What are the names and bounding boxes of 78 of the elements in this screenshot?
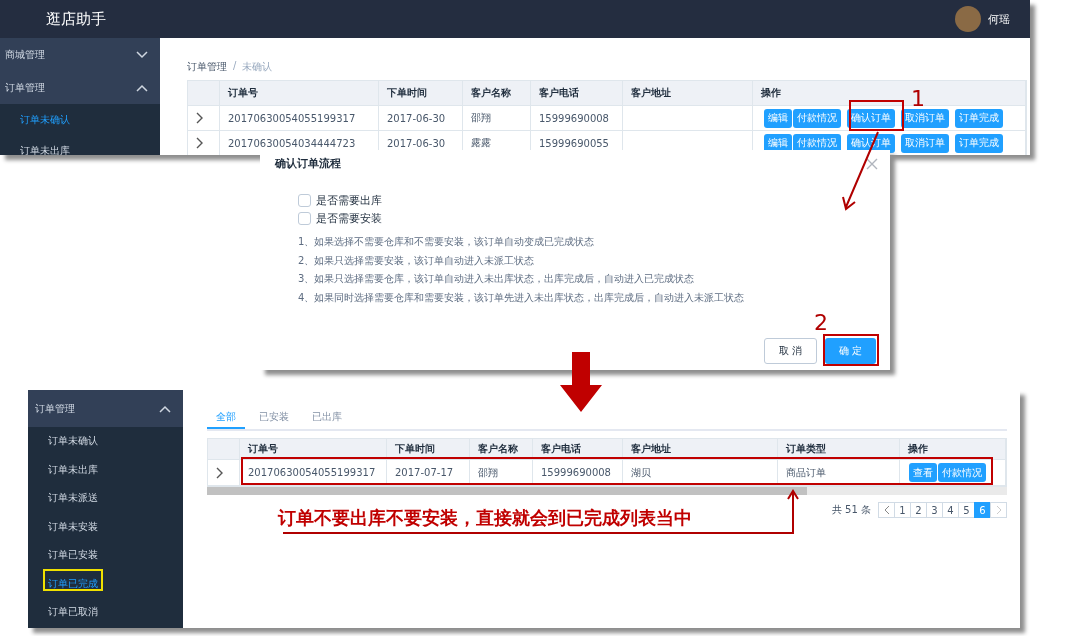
sidebar-item[interactable]: 订单已取消 bbox=[28, 598, 183, 627]
table-cell: 湖贝 bbox=[623, 460, 778, 486]
chevron-right-icon bbox=[995, 505, 1002, 515]
table-cell: 2017-06-30 bbox=[379, 106, 463, 131]
expand-icon[interactable] bbox=[216, 466, 224, 479]
checkbox-label: 是否需要出库 bbox=[316, 192, 382, 208]
action-button[interactable]: 订单完成 bbox=[955, 108, 1003, 128]
column-header: 下单时间 bbox=[387, 439, 470, 460]
action-button[interactable]: 查看 bbox=[909, 463, 937, 482]
sidebar-item[interactable]: 订单已完成 bbox=[28, 569, 183, 598]
sidebar-group[interactable]: 订单管理 bbox=[0, 71, 160, 104]
action-button[interactable]: 取消订单 bbox=[901, 108, 949, 128]
table-cell: 2017-07-17 bbox=[387, 460, 470, 486]
avatar[interactable] bbox=[955, 6, 981, 32]
sidebar-item[interactable]: 订单未确认 bbox=[0, 104, 160, 135]
annotation-caption: 订单不要出库不要安装，直接就会到已完成列表当中 bbox=[278, 506, 692, 530]
sidebar-group[interactable]: 商城管理 bbox=[0, 38, 160, 71]
checkbox[interactable] bbox=[298, 193, 311, 207]
total-count: 共 51 条 bbox=[831, 503, 871, 517]
column-header: 订单号 bbox=[240, 439, 387, 460]
column-header: 订单类型 bbox=[778, 439, 900, 460]
sidebar-item[interactable]: 订单未确认 bbox=[28, 427, 183, 456]
down-arrow-icon bbox=[560, 352, 602, 412]
column-header: 客户名称 bbox=[463, 81, 531, 106]
breadcrumb-current: 未确认 bbox=[242, 60, 273, 74]
rule-text: 3、如果只选择需要仓库，该订单自动进入未出库状态，出库完成后，自动进入已完成状态 bbox=[298, 272, 696, 287]
table-cell: 商品订单 bbox=[778, 460, 900, 486]
chevron-left-icon bbox=[883, 505, 890, 515]
action-button[interactable]: 确认订单 bbox=[847, 108, 895, 128]
action-button[interactable]: 付款情况 bbox=[793, 108, 841, 128]
rule-text: 1、如果选择不需要仓库和不需要安装，该订单自动变成已完成状态 bbox=[298, 235, 596, 249]
table-cell: 15999690008 bbox=[533, 460, 623, 486]
table-cell: 20170630054055199317 bbox=[240, 460, 387, 486]
column-header: 客户名称 bbox=[470, 439, 533, 460]
table-cell: 邵翔 bbox=[463, 106, 531, 131]
expand-icon[interactable] bbox=[196, 137, 204, 149]
tab[interactable]: 已安装 bbox=[250, 407, 298, 429]
sidebar-item[interactable]: 订单未安装 bbox=[28, 512, 183, 541]
step-number: 2 bbox=[814, 312, 828, 334]
breadcrumb-link[interactable]: 订单管理 bbox=[187, 60, 227, 74]
sidebar-item[interactable]: 订单已安装 bbox=[28, 541, 183, 570]
confirm-button[interactable]: 确 定 bbox=[824, 338, 876, 364]
dialog-title: 确认订单流程 bbox=[275, 156, 341, 171]
checkbox[interactable] bbox=[298, 211, 311, 225]
column-header: 客户地址 bbox=[623, 81, 753, 106]
table-cell: 邵翔 bbox=[470, 460, 533, 486]
horizontal-scrollbar[interactable] bbox=[207, 487, 1007, 495]
table-cell: 15999690008 bbox=[531, 106, 623, 131]
action-button[interactable]: 取消订单 bbox=[901, 133, 949, 153]
user-name: 何瑶 bbox=[988, 11, 1010, 27]
highlight-box bbox=[43, 569, 103, 591]
checkbox-label: 是否需要安装 bbox=[316, 210, 382, 226]
sidebar-group[interactable]: 订单管理 bbox=[28, 390, 183, 427]
column-header: 客户电话 bbox=[531, 81, 623, 106]
column-header: 客户地址 bbox=[623, 439, 778, 460]
app-title: 逛店助手 bbox=[46, 9, 106, 29]
highlight-box bbox=[823, 334, 879, 366]
sidebar-item[interactable]: 订单未派送 bbox=[28, 484, 183, 513]
table-cell: 20170630054055199317 bbox=[220, 106, 379, 131]
cancel-button[interactable]: 取 消 bbox=[763, 338, 817, 364]
close-icon[interactable] bbox=[866, 157, 878, 170]
column-header: 下单时间 bbox=[379, 81, 463, 106]
sidebar-item[interactable]: 订单未出库 bbox=[0, 135, 160, 155]
breadcrumb-separator: / bbox=[233, 60, 237, 73]
tab[interactable]: 已出库 bbox=[303, 407, 351, 429]
action-button[interactable]: 编辑 bbox=[764, 108, 792, 128]
step-number: 1 bbox=[911, 88, 925, 110]
sidebar-item[interactable]: 订单未出库 bbox=[28, 455, 183, 484]
column-header: 订单号 bbox=[220, 81, 379, 106]
column-header: 客户电话 bbox=[533, 439, 623, 460]
rule-text: 2、如果只选择需要安装，该订单自动进入未派工状态 bbox=[298, 253, 536, 268]
column-header: 操作 bbox=[900, 439, 1006, 460]
action-button[interactable]: 付款情况 bbox=[938, 463, 986, 482]
action-button[interactable]: 订单完成 bbox=[955, 133, 1003, 153]
expand-icon[interactable] bbox=[196, 112, 204, 124]
rule-text: 4、如果同时选择需要仓库和需要安装，该订单先进入未出库状态，出库完成后，自动进入未派工状态 bbox=[298, 290, 746, 305]
tab[interactable]: 全部 bbox=[207, 407, 245, 429]
highlight-box bbox=[849, 100, 904, 131]
